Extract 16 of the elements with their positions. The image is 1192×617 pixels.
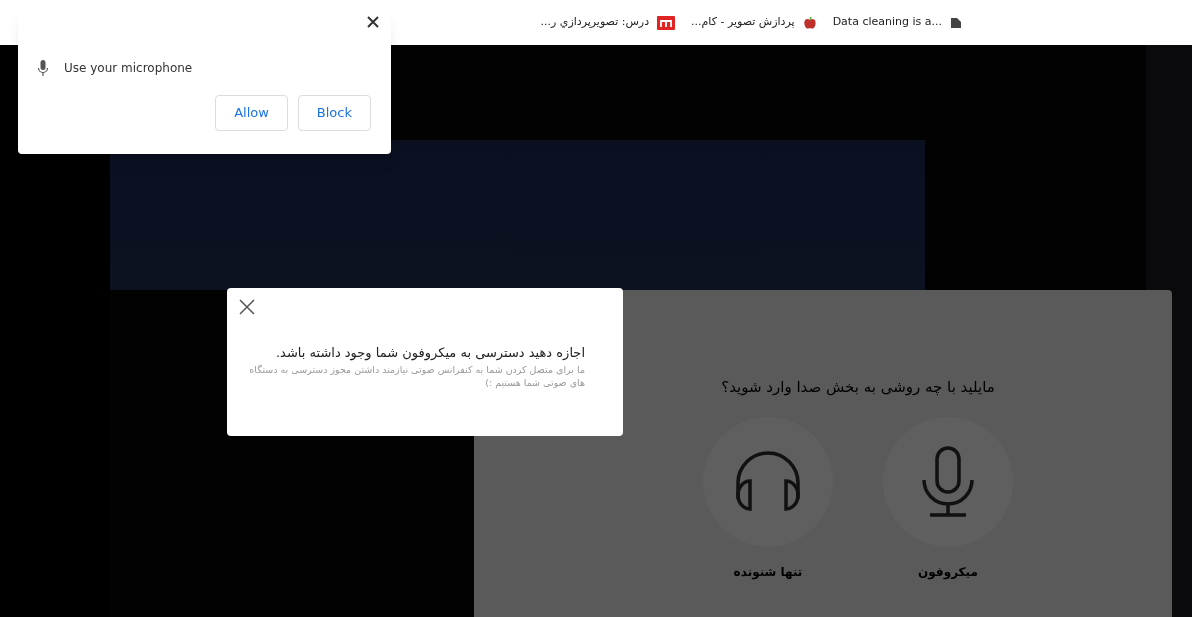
bookmark[interactable]: پردازش تصویر - کام... [691,14,817,31]
microphone-icon [920,445,976,518]
permission-message: Use your microphone [64,60,193,77]
permission-button[interactable]: Block [297,95,371,131]
close-icon[interactable] [239,299,255,315]
notice-body: ما برای متصل کردن شما به کنفرانس صوتی نیازمند داشتن مجوز دسترسی به دستگاه های صوتی شما هستیم :) [248,362,585,389]
bookmark-icon [950,15,962,30]
permission-button[interactable]: Allow [215,95,288,131]
microphone-icon [38,60,48,76]
bookmark[interactable]: Data cleaning is a... [832,14,962,31]
bookmark-logo-icon [657,15,676,30]
close-icon[interactable] [367,16,379,28]
bookmark[interactable]: درس: تصویرپردازي ر... [540,14,676,31]
notice-title: اجازه دهید دسترسی به میکروفون شما وجود داشته باشد. [275,344,585,363]
apple-icon [802,15,817,30]
dialog-title: مایلید با چه روشی به بخش صدا وارد شوید؟ [721,377,995,398]
